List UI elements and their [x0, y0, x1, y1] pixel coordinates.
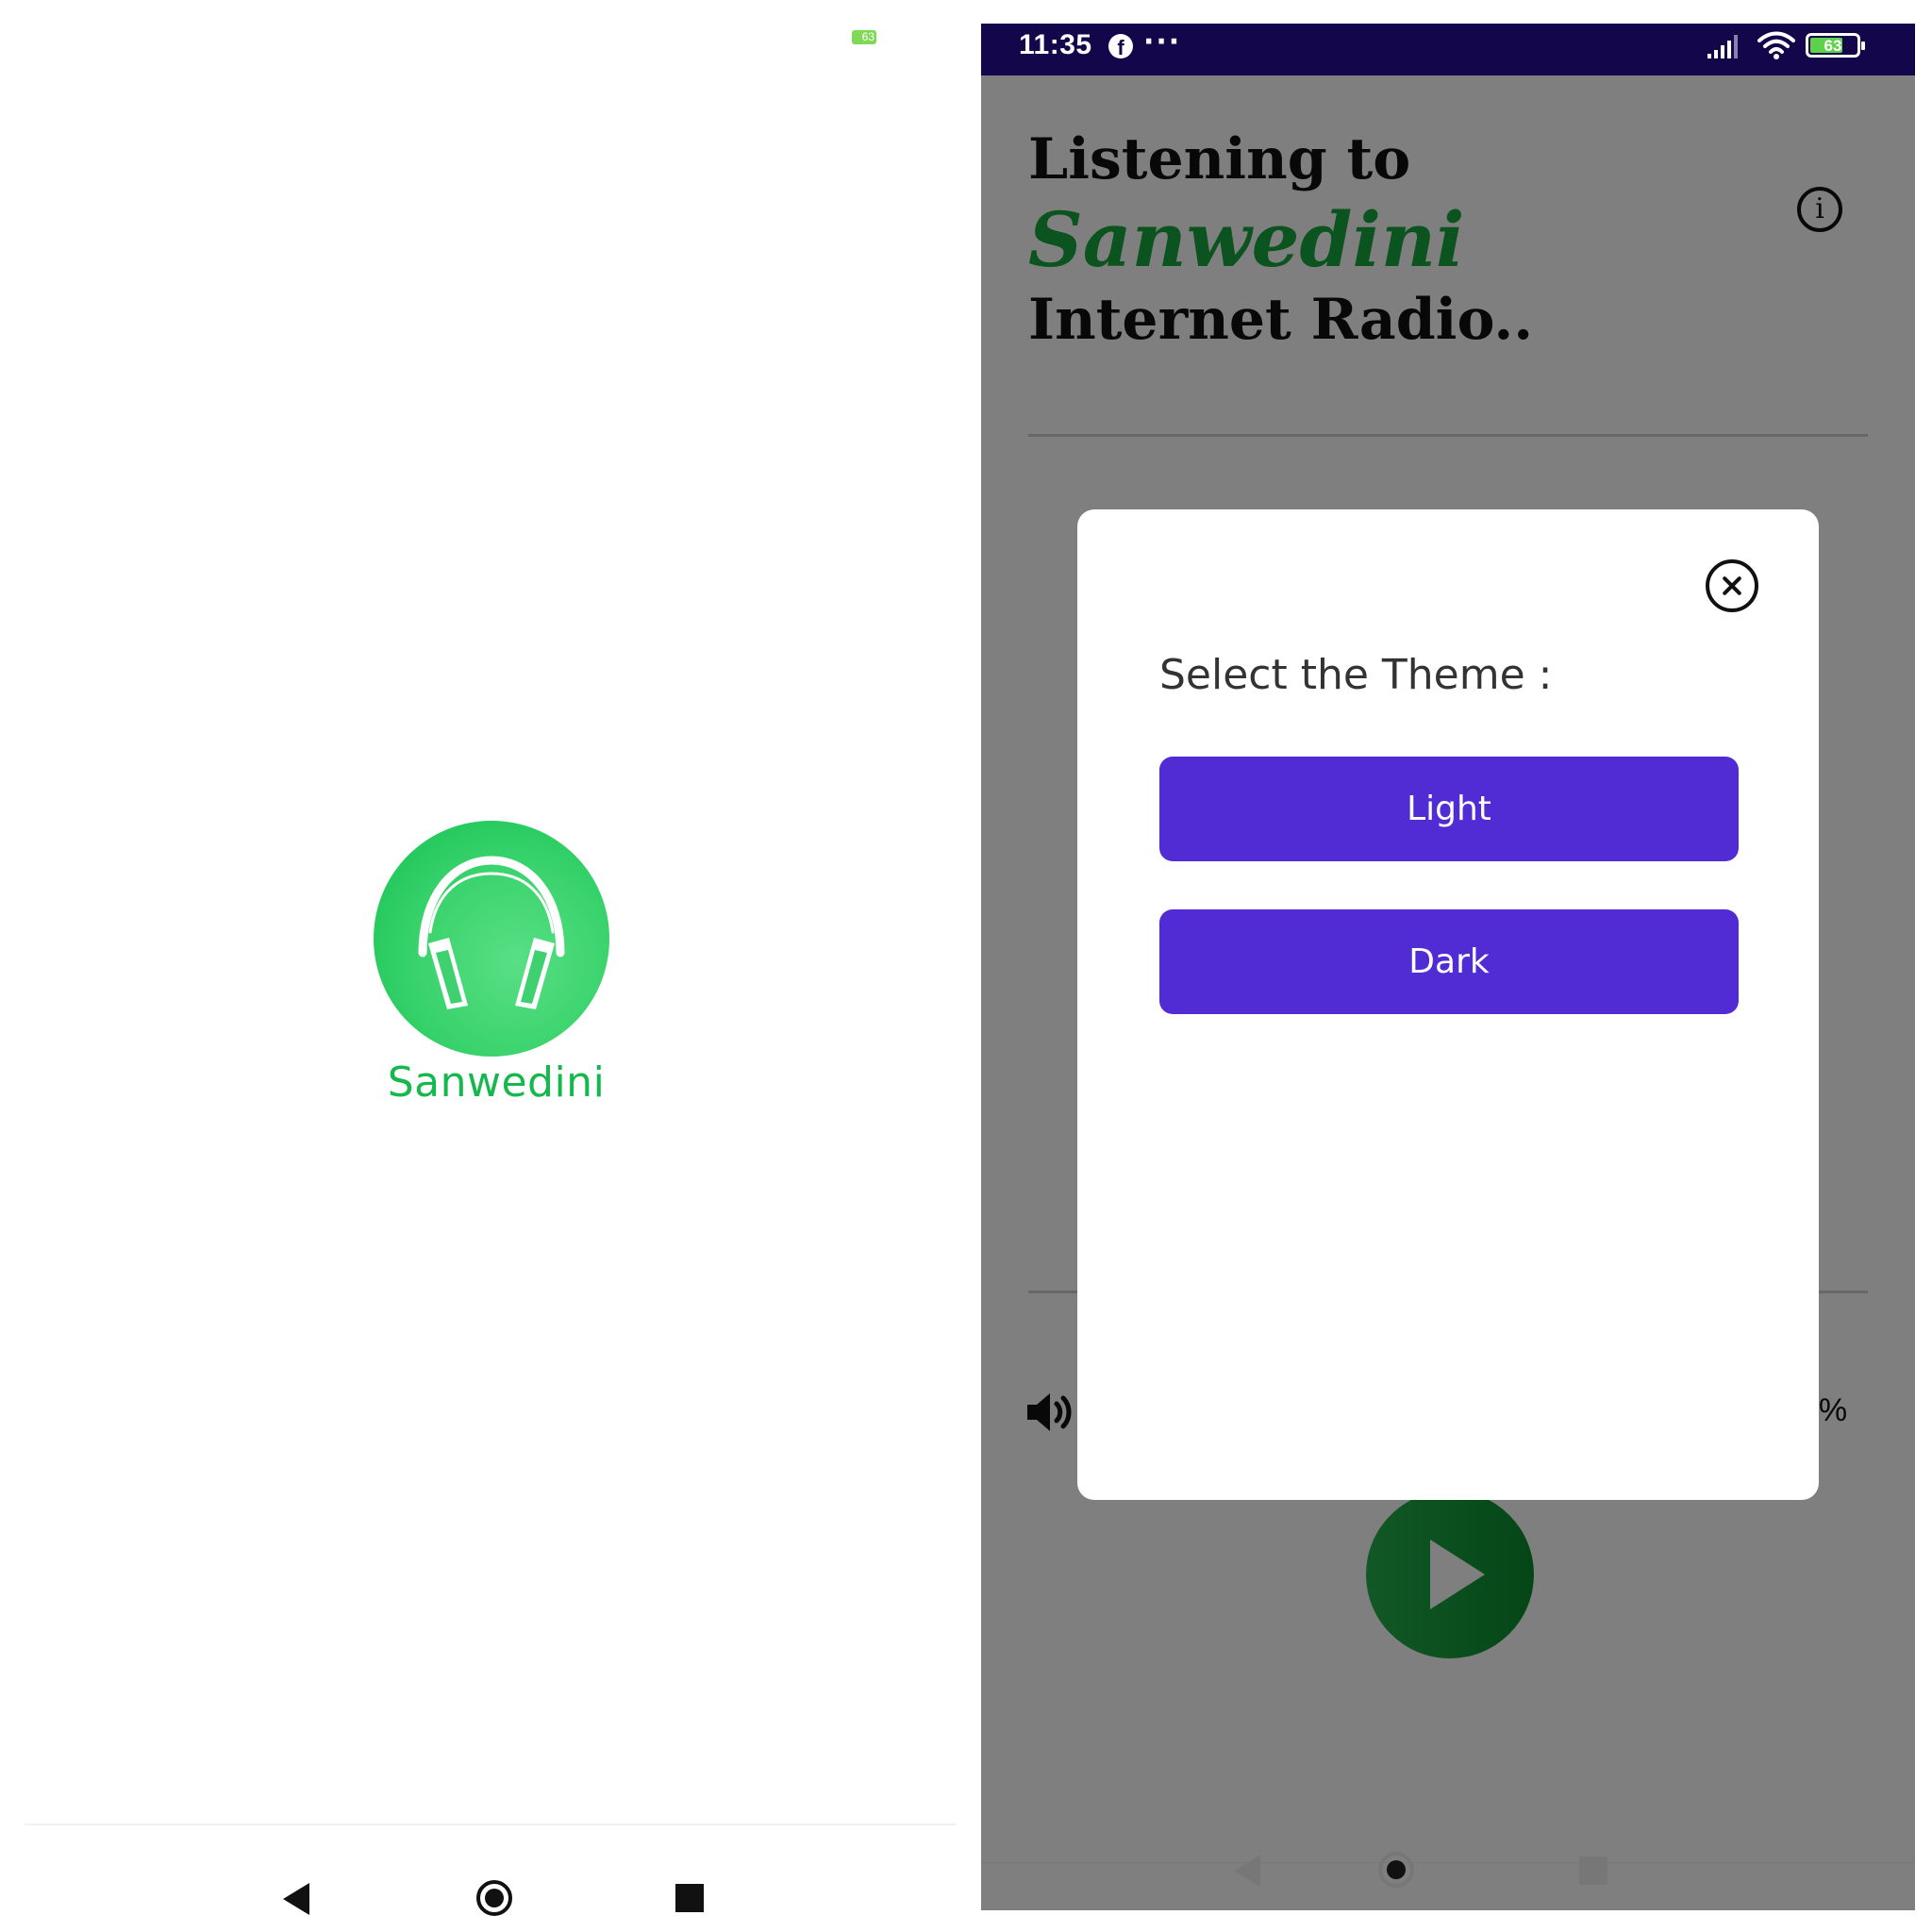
battery-level: 63	[1824, 37, 1842, 55]
status-bar: 11:35 f ··· 63	[981, 24, 1915, 75]
more-notifications-icon: ···	[1143, 25, 1182, 58]
battery-indicator: 63	[852, 30, 876, 44]
app-name: Sanwedini	[387, 1058, 606, 1107]
theme-dialog: Select the Theme : Light Dark	[1077, 509, 1819, 1500]
modal-backdrop[interactable]: Select the Theme : Light Dark	[981, 75, 1915, 1910]
battery-icon: 63	[1806, 33, 1865, 58]
app-logo	[374, 821, 609, 1057]
nav-divider	[25, 1824, 956, 1825]
wifi-icon	[1757, 31, 1795, 59]
back-icon[interactable]	[1234, 1855, 1260, 1887]
radio-screen: 11:35 f ··· 63 Listening to Sanwedini In…	[981, 24, 1915, 1910]
dialog-title: Select the Theme :	[1159, 651, 1553, 699]
dark-theme-button[interactable]: Dark	[1159, 909, 1739, 1014]
recent-apps-icon[interactable]	[1579, 1857, 1607, 1885]
headphones-icon	[418, 856, 565, 1009]
home-icon[interactable]	[1378, 1852, 1414, 1888]
splash-screen: 63 Sanwedini	[0, 0, 972, 1932]
home-icon[interactable]	[476, 1880, 512, 1916]
recent-apps-icon[interactable]	[675, 1884, 704, 1912]
close-icon[interactable]	[1706, 559, 1758, 612]
light-theme-button[interactable]: Light	[1159, 757, 1739, 861]
back-icon[interactable]	[283, 1883, 309, 1915]
facebook-icon: f	[1108, 34, 1133, 59]
signal-icon	[1707, 35, 1738, 58]
clock: 11:35	[1019, 29, 1092, 60]
